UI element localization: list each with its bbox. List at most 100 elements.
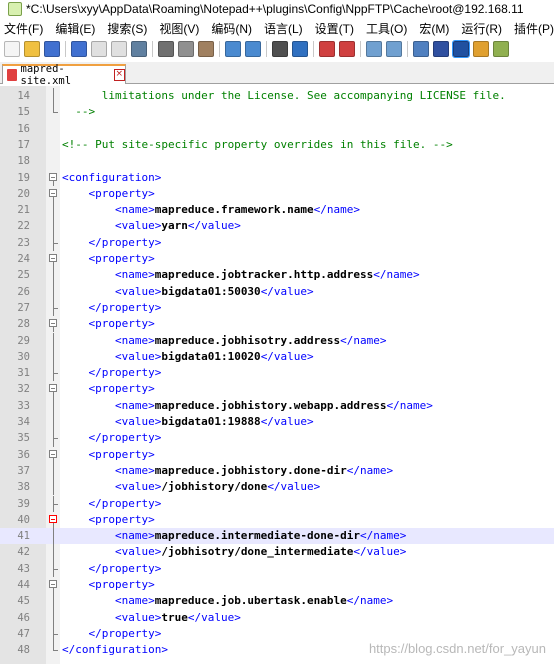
menu-item-5[interactable]: 语言(L) xyxy=(258,20,309,37)
close-tab-icon[interactable]: × xyxy=(113,69,126,81)
fold-toggle-icon[interactable] xyxy=(49,319,57,328)
fold-toggle-icon[interactable] xyxy=(49,254,57,262)
code-line[interactable]: 17 <!-- Put site-specific property overri… xyxy=(0,137,554,153)
find-icon[interactable] xyxy=(272,41,288,57)
toolbar-separator xyxy=(219,41,220,57)
sync-vertical-icon[interactable] xyxy=(366,41,382,57)
fold-toggle-icon[interactable] xyxy=(49,580,57,588)
code-line[interactable]: 36 <property> xyxy=(0,447,554,463)
code-line[interactable]: 37 <name>mapreduce.jobhistory.done-dir</… xyxy=(0,462,554,480)
code-line[interactable]: 24 <property> xyxy=(0,251,554,268)
code-token-tag: <property> xyxy=(62,252,155,265)
menu-item-3[interactable]: 视图(V) xyxy=(153,20,205,37)
code-line[interactable]: 22 <value>yarn</value> xyxy=(0,218,554,235)
fold-toggle-icon[interactable] xyxy=(49,449,57,458)
window-title: *C:\Users\xyy\AppData\Roaming\Notepad++\… xyxy=(26,2,524,16)
print-icon[interactable] xyxy=(131,41,147,57)
indent-guide-icon[interactable] xyxy=(452,40,470,58)
code-text: <property> xyxy=(62,447,154,463)
code-line[interactable]: 30 <value>bigdata01:10020</value> xyxy=(0,348,554,366)
code-token-tag: <value> xyxy=(62,349,162,363)
code-line[interactable]: 38 <value>/jobhistory/done</value> xyxy=(0,479,554,496)
code-token-tag: <value> xyxy=(62,219,162,233)
menu-item-9[interactable]: 运行(R) xyxy=(455,20,508,37)
new-file-icon[interactable] xyxy=(4,41,20,57)
code-line[interactable]: 27 </property> xyxy=(0,299,554,317)
fold-marker xyxy=(48,267,58,284)
code-text: <configuration> xyxy=(62,170,161,186)
code-line[interactable]: 21 <name>mapreduce.framework.name</name> xyxy=(0,202,554,219)
fold-toggle-icon[interactable] xyxy=(49,384,57,393)
code-line[interactable]: 45 <name>mapreduce.job.ubertask.enable</… xyxy=(0,593,554,610)
user-lang-icon[interactable] xyxy=(473,41,489,57)
code-line[interactable]: 41 <name>mapreduce.intermediate-done-dir… xyxy=(0,528,554,545)
fold-toggle-icon[interactable] xyxy=(49,514,57,523)
code-line[interactable]: 47 </property> xyxy=(0,625,554,643)
paste-icon[interactable] xyxy=(198,41,214,57)
code-token-tag: <name> xyxy=(62,268,155,282)
redo-icon[interactable] xyxy=(245,41,261,57)
editor[interactable]: 14 limitations under the License. See ac… xyxy=(0,86,554,664)
code-line[interactable]: 23 </property> xyxy=(0,234,554,251)
code-line[interactable]: 43 </property> xyxy=(0,560,554,577)
menu-item-1[interactable]: 编辑(E) xyxy=(49,20,101,37)
code-line[interactable]: 14 limitations under the License. See ac… xyxy=(0,88,554,105)
code-text: <property> xyxy=(62,251,155,267)
code-line[interactable]: 33 <name>mapreduce.jobhistory.webapp.add… xyxy=(0,397,554,414)
code-line[interactable]: 46 <value>true</value> xyxy=(0,609,554,626)
code-line[interactable]: 39 </property> xyxy=(0,495,554,512)
copy-icon[interactable] xyxy=(178,41,194,57)
code-line[interactable]: 35 </property> xyxy=(0,430,554,447)
code-line[interactable]: 15 --> xyxy=(0,104,554,120)
close-all-icon[interactable] xyxy=(111,41,127,57)
code-line[interactable]: 44 <property> xyxy=(0,577,554,594)
code-line[interactable]: 18 xyxy=(0,153,554,169)
line-number: 31 xyxy=(17,367,30,380)
code-line[interactable]: 28 <property> xyxy=(0,316,554,333)
code-line[interactable]: 20 <property> xyxy=(0,186,554,203)
code-line[interactable]: 26 <value>bigdata01:50030</value> xyxy=(0,283,554,300)
fold-marker xyxy=(48,609,58,626)
close-icon[interactable] xyxy=(91,41,107,57)
code-line[interactable]: 40 <property> xyxy=(0,512,554,529)
menu-item-2[interactable]: 搜索(S) xyxy=(101,20,153,37)
fold-marker xyxy=(48,348,58,366)
doc-map-icon[interactable] xyxy=(493,41,509,57)
menu-item-8[interactable]: 宏(M) xyxy=(413,20,455,37)
code-line[interactable]: 29 <name>mapreduce.jobhisotry.address</n… xyxy=(0,332,554,349)
fold-marker xyxy=(48,202,58,219)
fold-toggle-icon[interactable] xyxy=(49,172,57,181)
menu-item-4[interactable]: 编码(N) xyxy=(205,20,258,37)
open-file-icon[interactable] xyxy=(24,41,40,57)
zoom-out-icon[interactable] xyxy=(339,41,355,57)
code-line[interactable]: 31 </property> xyxy=(0,365,554,382)
code-line[interactable]: 32 <property> xyxy=(0,381,554,398)
menu-item-0[interactable]: 文件(F) xyxy=(0,20,49,37)
menu-item-7[interactable]: 工具(O) xyxy=(360,20,413,37)
code-line[interactable]: 19 <configuration> xyxy=(0,170,554,186)
save-icon[interactable] xyxy=(44,41,60,57)
word-wrap-icon[interactable] xyxy=(413,41,429,57)
code-line[interactable]: 42 <value>/jobhisotry/done_intermediate<… xyxy=(0,544,554,561)
fold-marker xyxy=(48,153,58,169)
fold-marker xyxy=(48,462,58,480)
replace-icon[interactable] xyxy=(292,41,308,57)
zoom-in-icon[interactable] xyxy=(319,41,335,57)
show-all-chars-icon[interactable] xyxy=(433,41,449,57)
sync-horizontal-icon[interactable] xyxy=(386,41,402,57)
code-line[interactable]: 16 xyxy=(0,121,554,137)
menu-item-10[interactable]: 插件(P) xyxy=(508,20,554,37)
save-all-icon[interactable] xyxy=(71,41,87,57)
line-number: 28 xyxy=(17,318,30,331)
undo-icon[interactable] xyxy=(225,41,241,57)
menu-item-6[interactable]: 设置(T) xyxy=(309,20,360,37)
tab-mapred-site[interactable]: mapred-site.xml × xyxy=(2,63,126,87)
line-number: 18 xyxy=(17,155,30,168)
code-line[interactable]: 25 <name>mapreduce.jobtracker.http.addre… xyxy=(0,267,554,284)
code-line[interactable]: 34 <value>bigdata01:19888</value> xyxy=(0,414,554,431)
cut-icon[interactable] xyxy=(158,41,174,57)
line-number: 32 xyxy=(17,383,30,396)
code-text: <property> xyxy=(62,186,154,202)
code-token-tag: <property> xyxy=(62,317,155,331)
fold-toggle-icon[interactable] xyxy=(49,188,57,197)
